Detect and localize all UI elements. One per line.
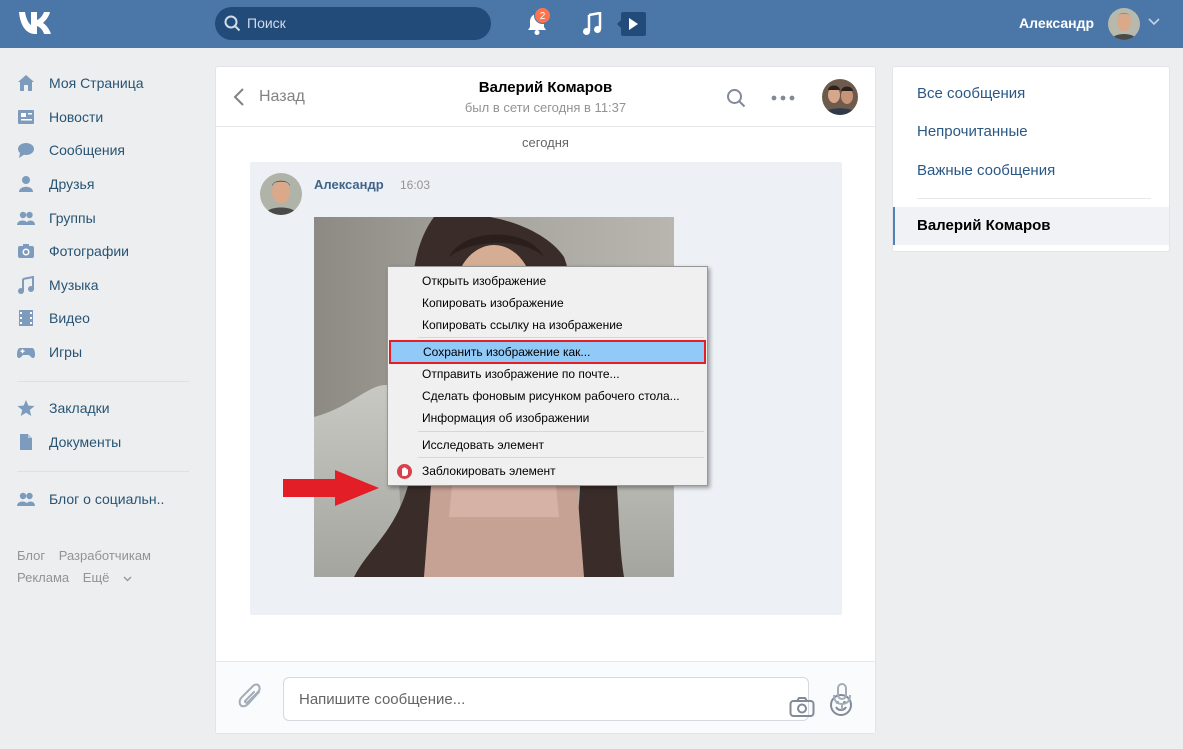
message-input[interactable]: Напишите сообщение... xyxy=(283,677,852,721)
nav-item-games[interactable]: Игры xyxy=(17,340,197,364)
nav-item-video[interactable]: Видео xyxy=(17,306,197,330)
header-username[interactable]: Александр xyxy=(1019,15,1094,31)
nav-item-bookmarks[interactable]: Закладки xyxy=(17,396,197,420)
ctx-copy-image-link[interactable]: Копировать ссылку на изображение xyxy=(388,314,707,336)
games-icon xyxy=(17,348,35,359)
chevron-down-icon xyxy=(123,576,132,582)
search-box[interactable]: Поиск xyxy=(215,7,491,40)
panel-divider xyxy=(917,198,1151,199)
messages-icon xyxy=(18,143,34,158)
ctx-image-info[interactable]: Информация об изображении xyxy=(388,407,707,429)
footer-blog-link[interactable]: Блог xyxy=(17,548,45,563)
peer-status: был в сети сегодня в 11:37 xyxy=(464,100,627,115)
community-icon xyxy=(17,492,35,506)
ctx-separator xyxy=(418,457,704,458)
ctx-separator xyxy=(418,337,704,338)
filter-important[interactable]: Важные сообщения xyxy=(917,162,1055,179)
ctx-copy-image[interactable]: Копировать изображение xyxy=(388,292,707,314)
peer-name[interactable]: Валерий Комаров xyxy=(216,79,875,96)
ctx-open-image[interactable]: Открыть изображение xyxy=(388,270,707,292)
ctx-block-element[interactable]: Заблокировать элемент xyxy=(388,460,707,482)
nav-item-messages[interactable]: Сообщения xyxy=(17,138,197,162)
nav-item-music[interactable]: Музыка xyxy=(17,273,197,297)
notification-badge: 2 xyxy=(534,7,551,24)
peer-avatar[interactable] xyxy=(822,79,858,115)
message-author[interactable]: Александр xyxy=(314,177,384,192)
music-icon xyxy=(18,276,34,294)
messages-filter-panel: Все сообщения Непрочитанные Важные сообщ… xyxy=(892,66,1170,252)
footer-ads-link[interactable]: Реклама xyxy=(17,570,69,585)
play-icon[interactable] xyxy=(617,11,647,37)
music-note-icon[interactable] xyxy=(582,12,602,36)
adblock-hand-icon xyxy=(397,464,412,479)
compose-bar: Напишите сообщение... xyxy=(216,661,875,733)
star-icon xyxy=(17,400,35,416)
nav-divider xyxy=(17,471,189,472)
footer-links: Блог Разработчикам xyxy=(17,548,161,563)
day-divider: сегодня xyxy=(522,135,569,150)
nav-item-photos[interactable]: Фотографии xyxy=(17,239,197,263)
friends-icon xyxy=(19,176,33,192)
top-bar: Поиск 2 Александр xyxy=(0,0,1183,48)
ctx-email-image[interactable]: Отправить изображение по почте... xyxy=(388,363,707,385)
microphone-icon[interactable] xyxy=(831,682,853,712)
paperclip-icon[interactable] xyxy=(237,682,265,712)
active-conversation[interactable]: Валерий Комаров xyxy=(893,207,1169,245)
groups-icon xyxy=(17,211,35,225)
nav-divider xyxy=(17,381,189,382)
footer-developers-link[interactable]: Разработчикам xyxy=(59,548,151,563)
context-menu: Открыть изображение Копировать изображен… xyxy=(387,266,708,486)
header-avatar[interactable] xyxy=(1108,8,1140,40)
ctx-set-desktop-background[interactable]: Сделать фоновым рисунком рабочего стола.… xyxy=(388,385,707,407)
footer-links-2: Реклама Ещё xyxy=(17,570,142,585)
video-icon xyxy=(19,310,33,326)
author-avatar[interactable] xyxy=(260,173,302,215)
more-dots-icon[interactable] xyxy=(771,95,795,101)
home-icon xyxy=(18,75,34,91)
nav-item-groups[interactable]: Группы xyxy=(17,206,197,230)
search-input[interactable]: Поиск xyxy=(247,15,286,31)
filter-unread[interactable]: Непрочитанные xyxy=(917,123,1028,140)
ctx-separator xyxy=(418,431,704,432)
message-time[interactable]: 16:03 xyxy=(400,178,430,192)
search-icon[interactable] xyxy=(726,88,746,108)
nav-item-community[interactable]: Блог о социальн.. xyxy=(17,487,197,511)
ctx-inspect-element[interactable]: Исследовать элемент xyxy=(388,434,707,456)
chevron-down-icon[interactable] xyxy=(1148,18,1160,26)
nav-item-news[interactable]: Новости xyxy=(17,105,197,129)
red-arrow-annotation xyxy=(283,470,379,506)
document-icon xyxy=(20,434,32,450)
nav-item-documents[interactable]: Документы xyxy=(17,430,197,454)
nav-item-my-page[interactable]: Моя Страница xyxy=(17,71,197,95)
filter-all-messages[interactable]: Все сообщения xyxy=(917,85,1025,102)
search-icon xyxy=(224,15,241,32)
news-icon xyxy=(18,110,34,124)
camera-icon xyxy=(18,244,34,258)
vk-logo-icon[interactable] xyxy=(17,10,57,36)
camera-icon[interactable] xyxy=(789,696,815,718)
ctx-save-image-as[interactable]: Сохранить изображение как... xyxy=(389,340,706,364)
nav-item-friends[interactable]: Друзья xyxy=(17,172,197,196)
chat-header: Назад Валерий Комаров был в сети сегодня… xyxy=(216,67,875,127)
footer-more-link[interactable]: Ещё xyxy=(83,570,132,585)
